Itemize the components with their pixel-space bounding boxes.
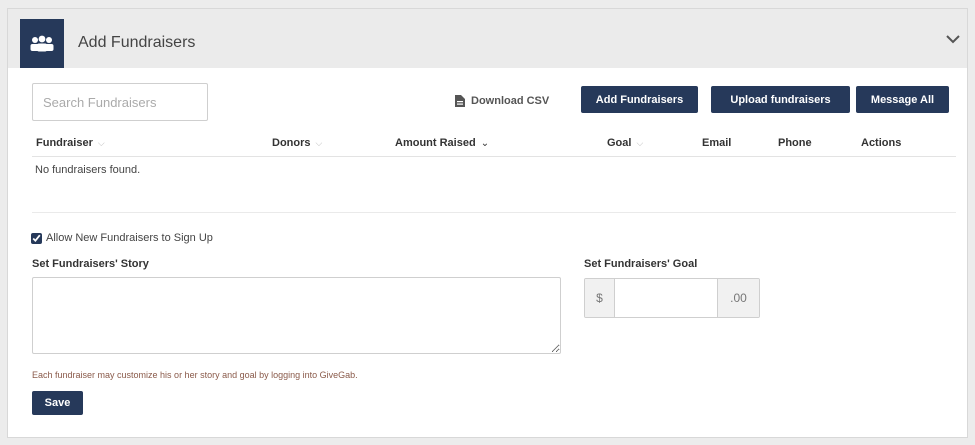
- panel-title: Add Fundraisers: [78, 34, 196, 51]
- add-fundraisers-button[interactable]: Add Fundraisers: [581, 86, 698, 113]
- document-icon: [455, 95, 465, 107]
- table-empty-row: No fundraisers found.: [32, 157, 956, 213]
- story-textarea[interactable]: [32, 277, 561, 354]
- panel-header[interactable]: Add Fundraisers: [8, 9, 967, 68]
- sort-chevron-icon: ⌵: [636, 137, 644, 148]
- save-button[interactable]: Save: [32, 391, 83, 415]
- goal-input[interactable]: [615, 279, 717, 317]
- column-header-donors[interactable]: Donors ⌵: [272, 137, 322, 149]
- column-header-actions: Actions: [861, 137, 901, 149]
- download-csv-label: Download CSV: [471, 95, 550, 107]
- goal-currency-prefix: $: [585, 279, 615, 317]
- sort-chevron-icon: ⌵: [97, 137, 105, 148]
- customize-hint: Each fundraiser may customize his or her…: [32, 370, 358, 380]
- goal-label: Set Fundraisers' Goal: [584, 258, 698, 270]
- upload-fundraisers-button[interactable]: Upload fundraisers: [711, 86, 850, 113]
- column-label: Goal: [607, 137, 632, 149]
- column-header-email: Email: [702, 137, 731, 149]
- allow-signup-row[interactable]: Allow New Fundraisers to Sign Up: [31, 232, 213, 244]
- allow-signup-label: Allow New Fundraisers to Sign Up: [46, 232, 213, 244]
- column-header-fundraiser[interactable]: Fundraiser ⌵: [36, 137, 105, 149]
- story-label: Set Fundraisers' Story: [32, 258, 149, 270]
- column-label: Actions: [861, 137, 902, 149]
- column-header-phone: Phone: [778, 137, 812, 149]
- column-label: Email: [702, 137, 732, 149]
- download-csv-link[interactable]: Download CSV: [455, 95, 549, 107]
- column-header-amount-raised[interactable]: Amount Raised ⌄: [395, 137, 489, 149]
- sort-chevron-icon: ⌄: [480, 137, 490, 149]
- column-header-goal[interactable]: Goal ⌵: [607, 137, 643, 149]
- search-input[interactable]: [32, 83, 208, 121]
- sort-chevron-icon: ⌵: [315, 137, 323, 148]
- column-label: Amount Raised: [395, 137, 476, 149]
- group-icon: [20, 19, 64, 68]
- allow-signup-checkbox[interactable]: [31, 232, 42, 244]
- goal-cents-suffix: .00: [717, 279, 759, 317]
- empty-message: No fundraisers found.: [35, 164, 141, 176]
- column-label: Phone: [778, 137, 812, 149]
- message-all-button[interactable]: Message All: [856, 86, 949, 113]
- column-label: Fundraiser: [36, 137, 93, 149]
- chevron-down-icon[interactable]: [945, 33, 961, 45]
- add-fundraisers-panel: Add Fundraisers Download CSV Add Fundrai…: [7, 8, 968, 438]
- goal-input-group: $ .00: [584, 278, 760, 318]
- column-label: Donors: [272, 137, 311, 149]
